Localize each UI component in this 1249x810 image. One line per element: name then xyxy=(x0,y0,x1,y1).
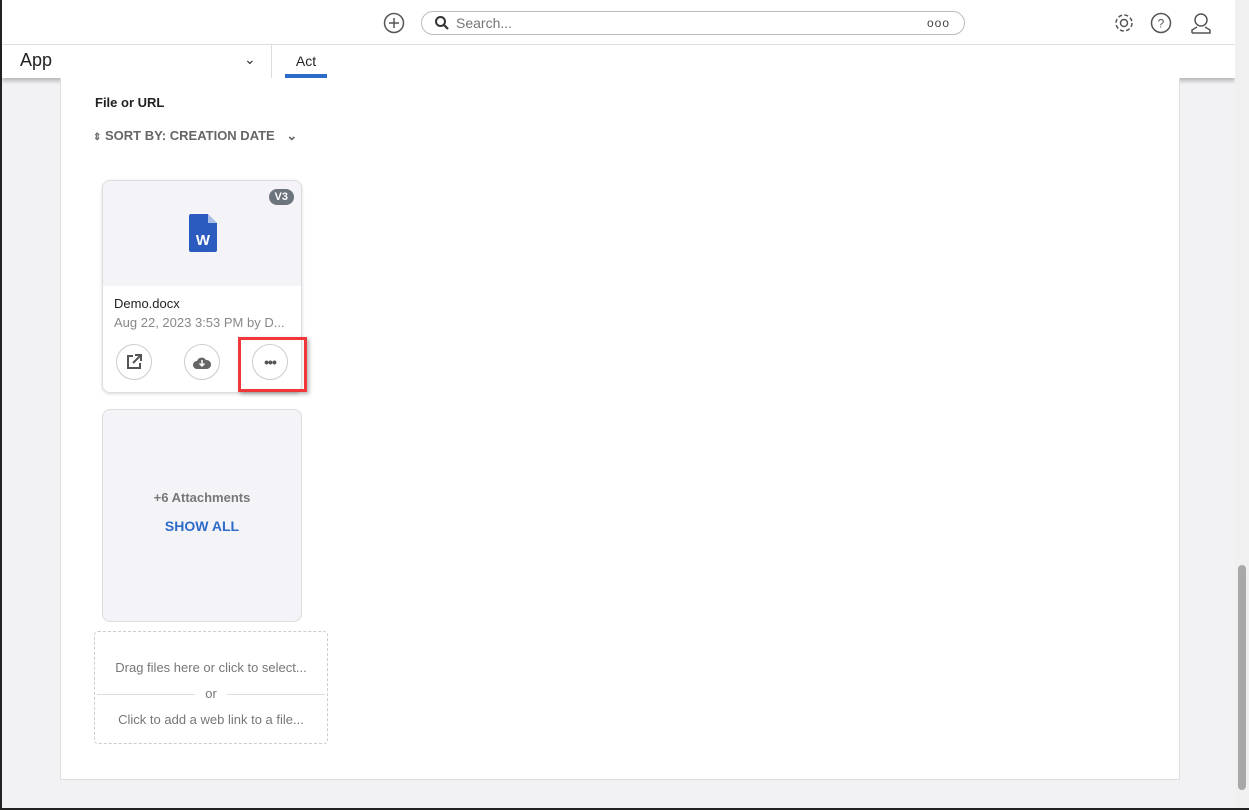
add-web-link[interactable]: Click to add a web link to a file... xyxy=(95,712,327,727)
svg-text:W: W xyxy=(196,232,211,249)
sort-icon: ⇕ xyxy=(93,132,102,143)
tab-act[interactable]: Act xyxy=(285,45,327,78)
app-nav: App ⌄ Act xyxy=(2,45,1235,78)
app-selector[interactable]: App xyxy=(20,50,52,71)
field-label: File or URL xyxy=(95,95,165,110)
drag-files-text[interactable]: Drag files here or click to select... xyxy=(95,660,327,675)
show-all-link[interactable]: SHOW ALL xyxy=(165,518,239,534)
plus-circle-icon[interactable] xyxy=(383,12,405,34)
external-link-icon xyxy=(127,354,142,369)
search-input[interactable] xyxy=(456,15,896,31)
word-file-icon: W xyxy=(189,214,217,252)
file-meta: Aug 22, 2023 3:53 PM by D... xyxy=(114,315,285,330)
cloud-download-icon xyxy=(193,357,212,369)
attachments-panel: File or URL ⇕ SORT BY: CREATION DATE ⌄ V… xyxy=(60,78,1180,780)
sort-dropdown[interactable]: ⇕ SORT BY: CREATION DATE ⌄ xyxy=(93,128,297,144)
scrollbar[interactable] xyxy=(1235,0,1249,808)
divider xyxy=(271,45,272,78)
open-external-button[interactable] xyxy=(116,344,152,380)
sort-label: SORT BY: CREATION DATE xyxy=(105,128,275,143)
chevron-down-icon[interactable]: ⌄ xyxy=(244,51,256,68)
highlight-box xyxy=(238,337,307,392)
top-bar: ooo ? xyxy=(2,0,1235,45)
version-badge: V3 xyxy=(268,189,294,205)
attachments-count: +6 Attachments xyxy=(153,490,251,505)
file-name[interactable]: Demo.docx xyxy=(114,296,180,311)
more-attachments-card[interactable]: +6 Attachments SHOW ALL xyxy=(102,409,302,622)
svg-text:?: ? xyxy=(1158,17,1165,31)
chevron-down-icon: ⌄ xyxy=(286,128,298,143)
or-divider: or xyxy=(95,686,327,701)
upload-dropzone[interactable]: Drag files here or click to select... or… xyxy=(94,631,328,744)
gear-icon[interactable] xyxy=(1113,12,1135,34)
search-icon xyxy=(435,16,449,30)
search-bar[interactable]: ooo xyxy=(421,11,965,35)
search-options-button[interactable]: ooo xyxy=(927,16,950,30)
user-icon[interactable] xyxy=(1189,11,1213,35)
scrollbar-thumb[interactable] xyxy=(1238,565,1246,790)
help-icon[interactable]: ? xyxy=(1150,12,1172,34)
download-button[interactable] xyxy=(184,344,220,380)
file-thumbnail[interactable]: V3 W xyxy=(103,181,301,286)
